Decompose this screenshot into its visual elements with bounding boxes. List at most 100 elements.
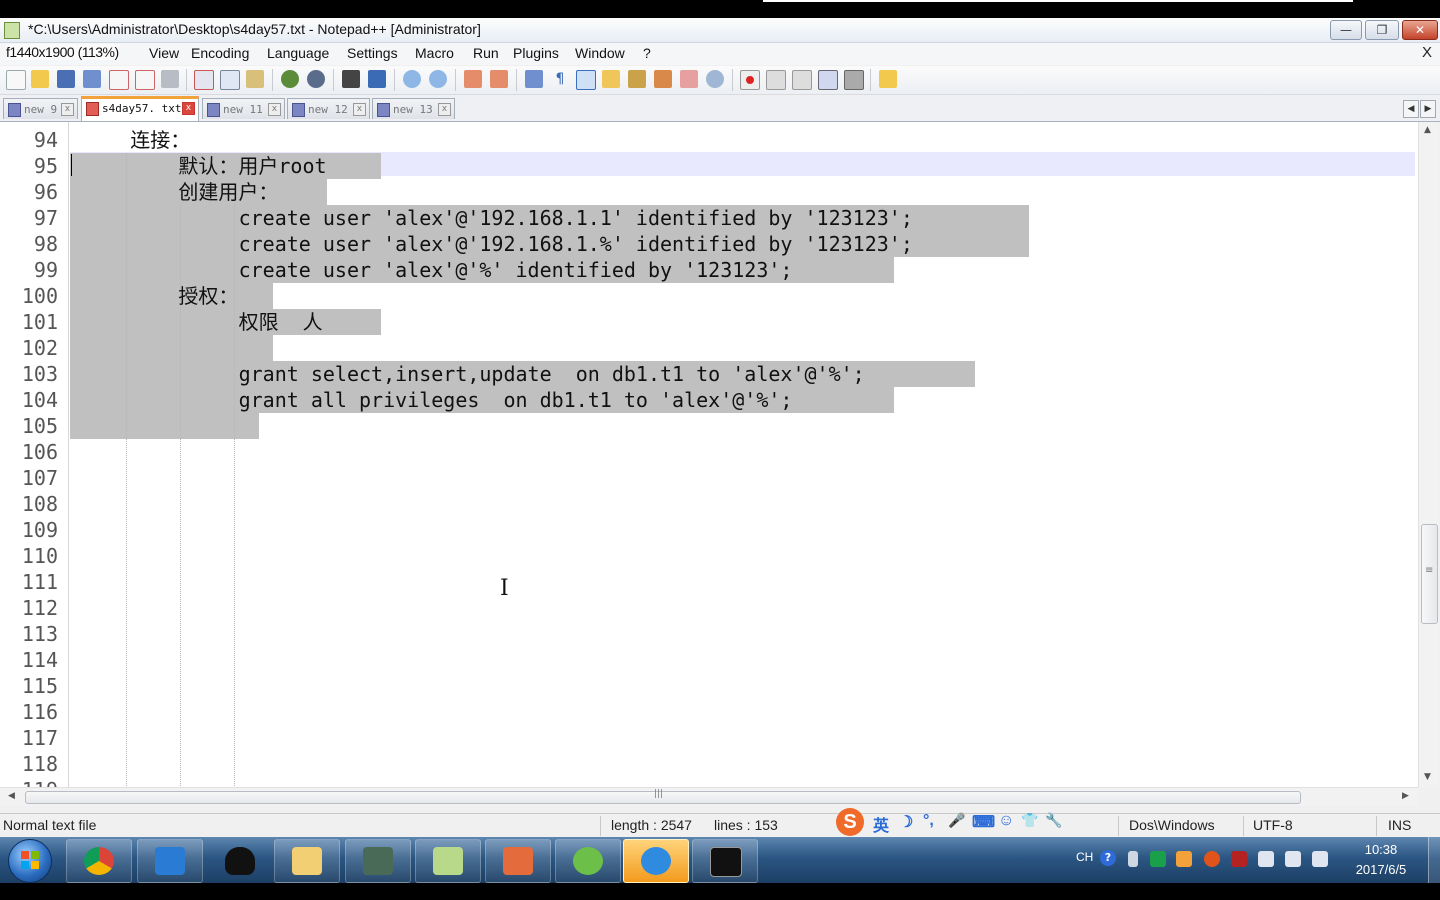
- tab-new-12[interactable]: new 12 x: [287, 98, 370, 119]
- document-map-icon[interactable]: [628, 70, 646, 88]
- copy-icon[interactable]: [220, 70, 240, 90]
- clock-date[interactable]: 2017/6/5: [1344, 862, 1418, 877]
- tray-expand-icon[interactable]: [1128, 851, 1138, 867]
- close-all-icon[interactable]: [135, 70, 155, 90]
- tab-close-icon[interactable]: x: [438, 103, 451, 116]
- clock-time[interactable]: 10:38: [1350, 842, 1412, 857]
- input-language-indicator[interactable]: CH: [1076, 850, 1093, 864]
- menu-window[interactable]: Window: [575, 45, 625, 61]
- word-wrap-icon[interactable]: [525, 70, 543, 88]
- user-language-icon[interactable]: [602, 70, 620, 88]
- tab-s4day57[interactable]: s4day57. txt x: [81, 96, 199, 121]
- open-file-icon[interactable]: [31, 70, 49, 88]
- ime-keyboard-icon[interactable]: ⌨: [972, 812, 995, 832]
- tray-pdf-icon[interactable]: [1231, 851, 1247, 867]
- editor-area[interactable]: 94 95 96 97 98 99 100 101 102 103 104 10…: [0, 122, 1418, 787]
- menu-settings[interactable]: Settings: [347, 45, 398, 61]
- taskbar-qq[interactable]: [207, 839, 273, 883]
- save-all-icon[interactable]: [83, 70, 101, 88]
- menu-macro[interactable]: Macro: [415, 45, 454, 61]
- horizontal-scroll-thumb[interactable]: |||: [25, 789, 1301, 804]
- taskbar-notepadpp[interactable]: [415, 839, 481, 883]
- tab-close-icon[interactable]: x: [61, 103, 74, 116]
- scroll-up-arrow-icon[interactable]: ▲: [1424, 125, 1431, 135]
- sogou-logo-icon[interactable]: S: [836, 808, 864, 836]
- folder-as-workspace-icon[interactable]: [680, 70, 698, 88]
- ime-user-icon[interactable]: ☺: [998, 812, 1014, 830]
- tray-network-icon[interactable]: [1258, 851, 1274, 867]
- tray-app-icon[interactable]: [1150, 851, 1166, 867]
- taskbar-file-explorer[interactable]: [274, 839, 340, 883]
- tab-close-icon[interactable]: x: [182, 102, 195, 115]
- menu-view[interactable]: View: [149, 45, 179, 61]
- new-file-icon[interactable]: [6, 70, 26, 90]
- ime-skin-icon[interactable]: 👕: [1021, 812, 1038, 829]
- stop-recording-icon[interactable]: [766, 70, 786, 90]
- indent-guide-icon[interactable]: [576, 70, 596, 90]
- menu-language[interactable]: Language: [267, 45, 329, 61]
- zoom-out-icon[interactable]: [429, 70, 447, 88]
- taskbar-outlook[interactable]: [137, 839, 203, 883]
- zoom-in-icon[interactable]: [403, 70, 421, 88]
- taskbar-remote-desktop[interactable]: [345, 839, 411, 883]
- scroll-right-arrow-icon[interactable]: ▶: [1402, 791, 1409, 801]
- open-folder-icon[interactable]: [879, 70, 897, 88]
- scroll-down-arrow-icon[interactable]: ▼: [1424, 772, 1431, 782]
- vertical-scroll-thumb[interactable]: ≡: [1421, 524, 1438, 624]
- close-icon[interactable]: [109, 70, 129, 90]
- tab-close-icon[interactable]: x: [353, 103, 366, 116]
- volume-icon[interactable]: [1285, 851, 1301, 867]
- menu-encoding[interactable]: Encoding: [191, 45, 249, 61]
- minimize-button[interactable]: —: [1330, 20, 1362, 40]
- taskbar-leaf-app[interactable]: [555, 839, 621, 883]
- taskbar-browser[interactable]: [623, 839, 689, 883]
- menu-run[interactable]: Run: [473, 45, 499, 61]
- close-window-button[interactable]: ✕: [1402, 20, 1438, 40]
- ime-mic-icon[interactable]: 🎤: [948, 812, 965, 829]
- tray-record-icon[interactable]: [1204, 851, 1220, 867]
- run-macro-multiple-icon[interactable]: [818, 70, 838, 90]
- ime-fullwidth-icon[interactable]: ☽: [899, 812, 913, 832]
- tab-new-13[interactable]: new 13 x: [372, 98, 455, 119]
- monitoring-icon[interactable]: [706, 70, 724, 88]
- ime-settings-icon[interactable]: 🔧: [1045, 812, 1062, 829]
- show-all-chars-icon[interactable]: ¶: [551, 70, 569, 88]
- function-list-icon[interactable]: [654, 70, 672, 88]
- sync-horizontal-icon[interactable]: [490, 70, 508, 88]
- record-macro-icon[interactable]: [740, 70, 760, 90]
- tab-scroll-right-button[interactable]: ▶: [1420, 100, 1436, 118]
- tray-people-icon[interactable]: [1176, 851, 1192, 867]
- ime-lang-toggle[interactable]: 英: [873, 812, 889, 836]
- scroll-left-arrow-icon[interactable]: ◀: [8, 791, 15, 801]
- start-button[interactable]: [8, 839, 52, 883]
- tab-scroll-left-button[interactable]: ◀: [1403, 100, 1419, 118]
- tab-close-icon[interactable]: x: [268, 103, 281, 116]
- menu-plugins[interactable]: Plugins: [513, 45, 559, 61]
- tab-new-11[interactable]: new 11 x: [202, 98, 285, 119]
- redo-icon[interactable]: [307, 70, 325, 88]
- playback-macro-icon[interactable]: [792, 70, 812, 90]
- action-center-icon[interactable]: [1312, 851, 1328, 867]
- save-icon[interactable]: [57, 70, 75, 88]
- undo-icon[interactable]: [281, 70, 299, 88]
- cut-icon[interactable]: [194, 70, 214, 90]
- taskbar-powerpoint[interactable]: [485, 839, 551, 883]
- taskbar-cmd[interactable]: [692, 839, 758, 883]
- help-icon[interactable]: ?: [1100, 850, 1116, 866]
- taskbar-chrome[interactable]: [66, 839, 132, 883]
- horizontal-scrollbar[interactable]: ◀ ||| ▶: [0, 787, 1418, 806]
- print-icon[interactable]: [161, 70, 179, 88]
- show-desktop-button[interactable]: [1428, 837, 1440, 883]
- save-macro-icon[interactable]: [844, 70, 864, 90]
- find-icon[interactable]: [342, 70, 360, 88]
- code-text-area[interactable]: 连接： 默认：用户root 创建用户： create user 'alex'@'…: [70, 122, 1418, 787]
- sync-vertical-icon[interactable]: [464, 70, 482, 88]
- paste-icon[interactable]: [246, 70, 264, 88]
- vertical-scrollbar[interactable]: ▲ ≡ ▼: [1418, 122, 1439, 787]
- ime-punct-icon[interactable]: °,: [923, 812, 934, 830]
- replace-icon[interactable]: [368, 70, 386, 88]
- tab-new-9[interactable]: new 9 x: [3, 98, 78, 119]
- restore-button[interactable]: ❐: [1365, 20, 1399, 40]
- menu-help[interactable]: ?: [643, 45, 651, 61]
- close-document-button[interactable]: X: [1422, 44, 1432, 61]
